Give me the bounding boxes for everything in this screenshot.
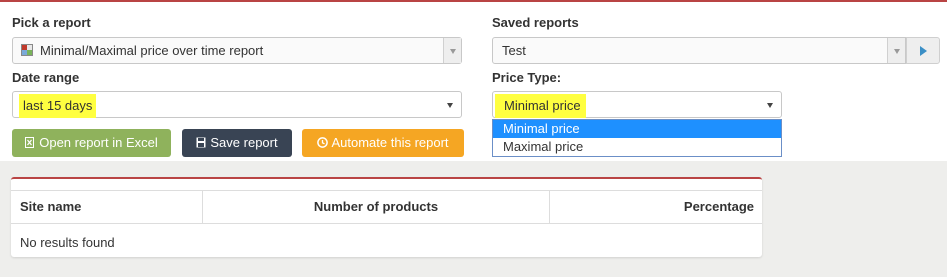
save-report-label: Save report <box>210 135 278 150</box>
column-number-of-products[interactable]: Number of products <box>203 191 549 223</box>
chevron-down-icon <box>449 48 456 54</box>
chevron-down-icon <box>447 102 453 108</box>
date-range-value-wrap: last 15 days <box>19 93 97 118</box>
save-report-button[interactable]: Save report <box>182 129 292 157</box>
saved-reports-value: Test <box>502 43 526 58</box>
report-grid-icon <box>21 44 33 56</box>
price-type-value: Minimal price <box>495 94 586 118</box>
dropdown-option-maximal-price[interactable]: Maximal price <box>493 138 781 156</box>
open-in-excel-label: Open report in Excel <box>39 135 158 150</box>
chevron-down-icon <box>893 48 900 54</box>
floppy-disk-icon <box>196 130 206 148</box>
saved-reports-label: Saved reports <box>492 15 579 30</box>
date-range-value: last 15 days <box>19 94 97 118</box>
date-range-label: Date range <box>12 70 80 85</box>
pick-report-arrow[interactable] <box>443 38 461 63</box>
column-site-name[interactable]: Site name <box>20 191 81 223</box>
automate-report-label: Automate this report <box>331 135 449 150</box>
pick-report-value: Minimal/Maximal price over time report <box>40 43 264 58</box>
dropdown-option-minimal-price[interactable]: Minimal price <box>493 120 781 138</box>
column-percentage[interactable]: Percentage <box>550 191 754 223</box>
empty-results-message: No results found <box>20 235 115 250</box>
pick-report-label: Pick a report <box>12 15 91 30</box>
results-card: Site name Number of products Percentage … <box>11 177 762 257</box>
chevron-down-icon <box>767 102 773 108</box>
price-type-dropdown: Minimal price Maximal price <box>492 119 782 157</box>
price-type-value-wrap: Minimal price <box>495 93 586 118</box>
date-range-arrow[interactable] <box>445 92 455 117</box>
play-icon <box>920 46 927 56</box>
results-table-header: Site name Number of products Percentage <box>11 190 762 224</box>
clock-icon <box>317 130 329 148</box>
price-type-select[interactable]: Minimal price <box>492 91 782 118</box>
date-range-select[interactable]: last 15 days <box>12 91 462 118</box>
price-type-arrow[interactable] <box>765 92 775 117</box>
saved-reports-arrow[interactable] <box>887 38 905 63</box>
automate-report-button[interactable]: Automate this report <box>302 129 464 157</box>
run-saved-report-button[interactable] <box>906 37 940 64</box>
price-type-label: Price Type: <box>492 70 562 85</box>
excel-file-icon <box>25 130 35 148</box>
pick-report-select[interactable]: Minimal/Maximal price over time report <box>12 37 462 64</box>
open-in-excel-button[interactable]: Open report in Excel <box>12 129 171 157</box>
saved-reports-select[interactable]: Test <box>492 37 906 64</box>
